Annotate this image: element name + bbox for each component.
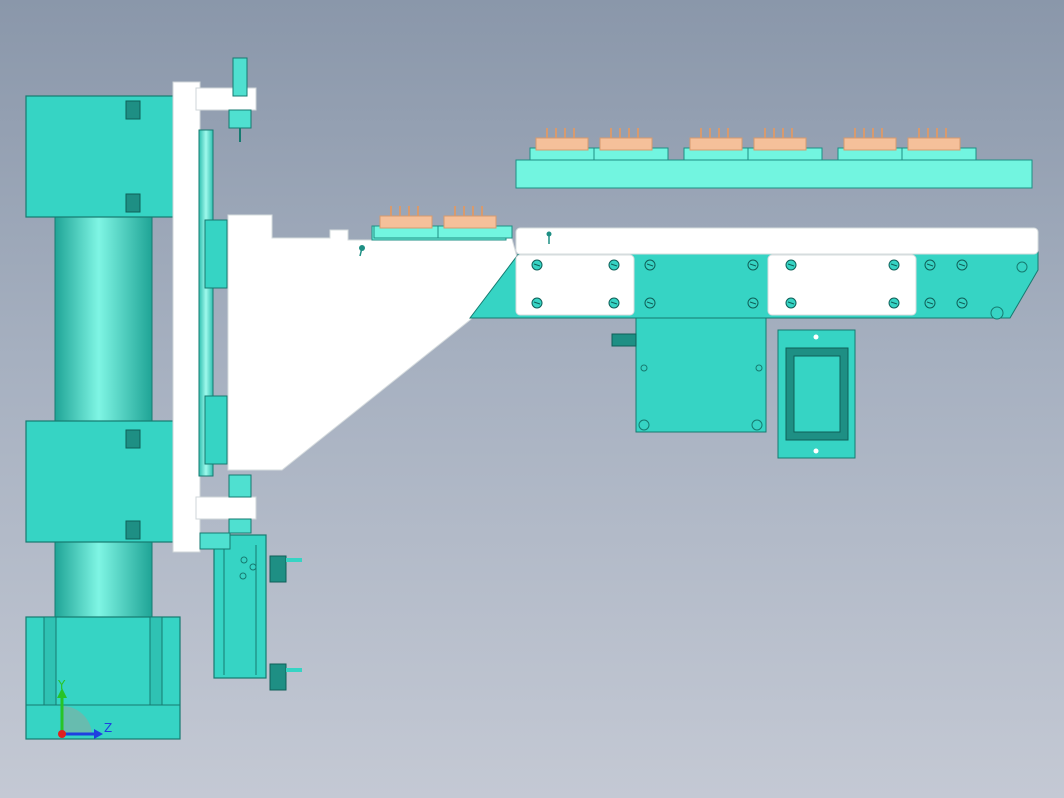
upper-product-5-pin — [872, 128, 874, 138]
upper-product-2-pin — [619, 128, 621, 138]
upper-product-3-pin — [709, 128, 711, 138]
upper-product-1-pin — [546, 128, 548, 138]
upper-product-6-body — [907, 137, 961, 151]
triangular-bracket-group[interactable] — [227, 214, 521, 471]
upper-product-4 — [747, 128, 823, 161]
upper-product-1 — [529, 128, 605, 161]
upper-product-2-pin — [610, 128, 612, 138]
air-fitting-lower[interactable] — [269, 663, 287, 691]
junction-box-hole-top — [813, 334, 819, 340]
upper-product-rail-group[interactable] — [515, 128, 1033, 189]
upper-product-5-pin — [881, 128, 883, 138]
y-axis-label: Y — [57, 678, 66, 692]
upper-product-1-pin — [555, 128, 557, 138]
end-roller-2 — [1016, 261, 1028, 273]
lower-product-2-pin — [463, 206, 465, 216]
cylinder-cap — [199, 532, 231, 550]
lower-product-2 — [437, 206, 513, 239]
lower-product-1-pin — [408, 206, 410, 216]
motor-mount-plate[interactable] — [635, 317, 767, 433]
upper-product-5-pin — [854, 128, 856, 138]
lower-product-2-body — [443, 215, 497, 229]
triangular-bracket[interactable] — [227, 214, 521, 471]
lower-products — [373, 206, 513, 239]
upper-product-4-pin — [791, 128, 793, 138]
lower-product-2-pin — [454, 206, 456, 216]
base-notch-2 — [149, 616, 163, 706]
pneumatic-cylinder-group[interactable] — [199, 532, 302, 691]
upper-block-bolt-2 — [125, 193, 141, 213]
lower-product-2-pin — [472, 206, 474, 216]
upper-product-4-pin — [773, 128, 775, 138]
upper-product-1-body — [535, 137, 589, 151]
lower-slide-block[interactable] — [25, 420, 177, 543]
upper-product-3-pin — [718, 128, 720, 138]
guide-shoe-upper — [204, 219, 228, 289]
upper-product-5-body — [843, 137, 897, 151]
upper-product-2-body — [599, 137, 653, 151]
upper-product-1-pin — [573, 128, 575, 138]
guide-column-assembly[interactable] — [25, 95, 181, 740]
plate-screw-1 — [638, 419, 650, 431]
upper-product-6-pin — [936, 128, 938, 138]
guide-shoe-lower — [204, 395, 228, 465]
upper-product-5 — [837, 128, 913, 161]
upper-products — [529, 128, 977, 161]
upper-product-3 — [683, 128, 759, 161]
upper-product-2 — [593, 128, 669, 161]
lower-product-2-pin — [481, 206, 483, 216]
top-adjust-screw[interactable] — [232, 57, 248, 97]
lower-product-1 — [373, 206, 449, 239]
lower-product-1-body — [379, 215, 433, 229]
side-fitting[interactable] — [611, 333, 637, 347]
upper-product-6 — [901, 128, 977, 161]
upper-product-rail[interactable] — [515, 159, 1033, 189]
guide-column-lower[interactable] — [54, 539, 153, 621]
upper-product-4-body — [753, 137, 807, 151]
air-fitting-upper[interactable] — [269, 555, 287, 583]
pneumatic-cylinder[interactable] — [213, 534, 267, 679]
end-roller — [990, 306, 1004, 320]
upper-product-2-pin — [637, 128, 639, 138]
upper-product-3-body — [689, 137, 743, 151]
side-junction-box-group[interactable] — [777, 329, 856, 459]
upper-product-3-pin — [727, 128, 729, 138]
upper-product-5-pin — [863, 128, 865, 138]
top-adjust-nut — [228, 109, 252, 129]
upper-product-4-pin — [782, 128, 784, 138]
bottom-adjust-nut — [228, 474, 252, 498]
plate-screw-2 — [751, 419, 763, 431]
lower-product-1-pin — [417, 206, 419, 216]
z-axis-label: Z — [104, 721, 112, 735]
conveyor-cover[interactable] — [515, 227, 1039, 255]
junction-box-window — [793, 355, 841, 433]
upper-block-bolt-1 — [125, 100, 141, 120]
white-mounting-plate[interactable] — [172, 81, 201, 553]
bottom-adjust-nut-2 — [228, 518, 252, 534]
guide-column[interactable] — [54, 214, 153, 424]
bottom-arm[interactable] — [195, 496, 257, 520]
upper-product-3-pin — [700, 128, 702, 138]
lower-block-bolt-2 — [125, 520, 141, 540]
upper-product-6-pin — [927, 128, 929, 138]
upper-slide-block[interactable] — [25, 95, 177, 218]
x-axis-dot — [58, 730, 66, 738]
cad-viewport: Y Z — [25, 57, 1039, 740]
motor-mount-plate-group[interactable] — [611, 317, 767, 433]
upper-product-6-pin — [945, 128, 947, 138]
lower-block-bolt-1 — [125, 429, 141, 449]
upper-product-2-pin — [628, 128, 630, 138]
upper-product-4-pin — [764, 128, 766, 138]
upper-product-6-pin — [918, 128, 920, 138]
lower-product-1-pin — [390, 206, 392, 216]
upper-product-1-pin — [564, 128, 566, 138]
lower-product-1-pin — [399, 206, 401, 216]
base-notch — [43, 616, 57, 706]
junction-box-hole-bottom — [813, 448, 819, 454]
